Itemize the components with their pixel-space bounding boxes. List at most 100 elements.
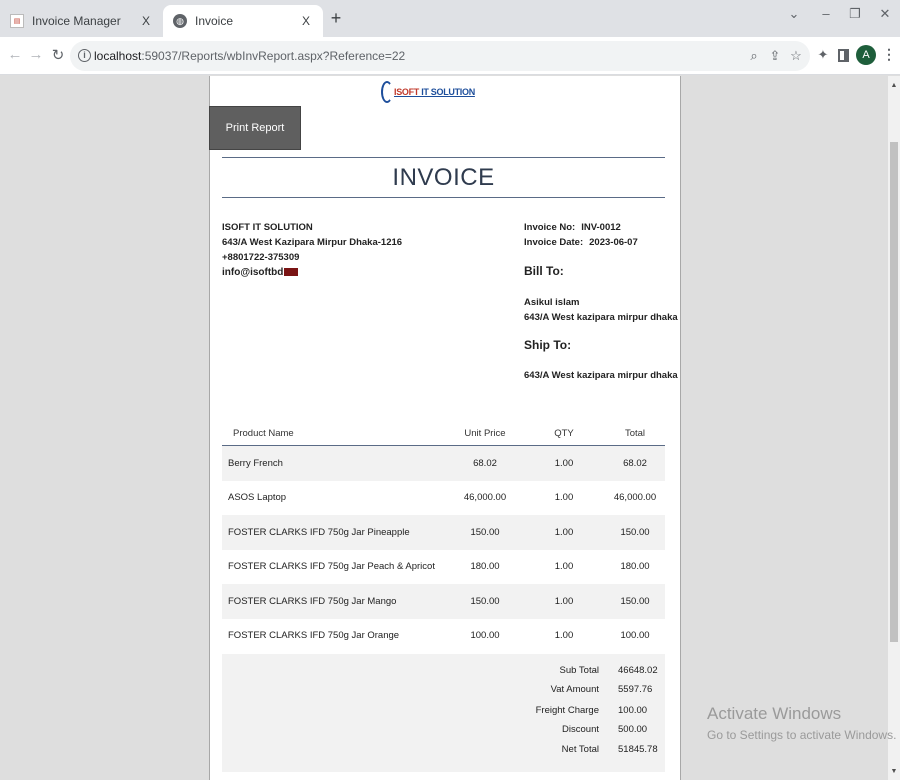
scroll-thumb[interactable] (890, 142, 898, 642)
scroll-down-icon[interactable]: ▼ (888, 768, 900, 775)
line-total: 46,000.00 (613, 492, 657, 504)
column-header-qty: QTY (554, 428, 574, 439)
tab-invoice[interactable]: ◍ Invoice X (163, 5, 323, 37)
line-items-table: Product Name Unit Price QTY Total Berry … (222, 422, 665, 653)
tab-invoice-manager[interactable]: ▤ Invoice Manager X (0, 5, 163, 37)
quantity: 1.00 (554, 526, 574, 538)
subtotal-value: 46648.02 (618, 665, 658, 676)
page-scrollbar[interactable]: ▲ ▼ (888, 76, 900, 780)
bookmark-star-icon[interactable]: ☆ (788, 48, 804, 64)
reload-icon[interactable]: ↻ (49, 46, 67, 64)
company-info: ISOFT IT SOLUTION 643/A West Kazipara Mi… (222, 220, 402, 280)
url-host: localhost (94, 49, 142, 63)
ship-to-heading: Ship To: (524, 338, 572, 352)
url-text: localhost:59037/Reports/wbInvReport.aspx… (94, 49, 405, 63)
quantity: 1.00 (554, 457, 574, 469)
freight-label: Freight Charge (535, 705, 599, 716)
column-header-unit-price: Unit Price (464, 428, 506, 439)
tab-title: Invoice Manager (32, 14, 121, 28)
subtotal-row: Sub Total 46648.02 (222, 665, 665, 679)
invoice-page: ISOFT IT SOLUTION Print Report INVOICE I… (209, 76, 681, 780)
browser-tab-bar: ▤ Invoice Manager X ◍ Invoice X + ⌄ – ❐ … (0, 0, 900, 37)
invoice-date-label: Invoice Date: (524, 237, 584, 248)
table-header: Product Name Unit Price QTY Total (222, 422, 665, 446)
more-menu-icon[interactable]: ⋮ (882, 46, 896, 63)
vat-value: 5597.76 (618, 684, 653, 695)
invoice-date-value: 2023-06-07 (589, 237, 638, 248)
restore-icon[interactable]: ❐ (845, 6, 865, 22)
line-total: 68.02 (623, 457, 647, 469)
vat-row: Vat Amount 5597.76 (222, 684, 665, 698)
bill-to-name: Asikul islam (524, 297, 580, 308)
activation-subtitle: Go to Settings to activate Windows. (707, 728, 897, 742)
product-name: FOSTER CLARKS IFD 750g Jar Peach & Apric… (228, 561, 435, 573)
site-info-icon[interactable]: i (78, 49, 91, 62)
browser-toolbar: ← → ↻ i localhost:59037/Reports/wbInvRep… (0, 37, 900, 75)
email-redaction-icon (284, 268, 299, 277)
invoice-no-value: INV-0012 (581, 222, 621, 233)
line-total: 150.00 (620, 526, 650, 538)
company-address: 643/A West Kazipara Mirpur Dhaka-1216 (222, 237, 403, 248)
totals-block: Sub Total 46648.02 Vat Amount 5597.76 Fr… (222, 654, 665, 772)
table-row: FOSTER CLARKS IFD 750g Jar Mango 150.00 … (222, 584, 665, 619)
net-total-label: Net Total (561, 744, 599, 755)
title-top-rule (222, 157, 665, 158)
address-bar[interactable]: i localhost:59037/Reports/wbInvReport.as… (70, 41, 810, 71)
close-window-icon[interactable]: ✕ (875, 6, 895, 22)
table-row: FOSTER CLARKS IFD 750g Jar Orange 100.00… (222, 619, 665, 654)
quantity: 1.00 (554, 492, 574, 504)
table-row: FOSTER CLARKS IFD 750g Jar Peach & Apric… (222, 550, 665, 585)
side-panel-icon[interactable] (838, 49, 849, 62)
discount-row: Discount 500.00 (222, 724, 665, 738)
back-arrow-icon[interactable]: ← (6, 46, 24, 63)
company-logo: ISOFT IT SOLUTION (381, 76, 475, 108)
column-header-total: Total (624, 428, 646, 439)
table-row: Berry French 68.02 1.00 68.02 (222, 446, 665, 481)
logo-suffix: IT SOLUTION (419, 87, 475, 97)
net-total-row: Net Total 51845.78 (222, 744, 665, 758)
logo-text: ISOFT IT SOLUTION (394, 87, 475, 97)
quantity: 1.00 (554, 595, 574, 607)
title-bottom-rule (222, 197, 665, 198)
close-tab-icon[interactable]: X (139, 14, 153, 28)
product-name: Berry French (228, 457, 283, 469)
product-name: ASOS Laptop (228, 492, 287, 504)
invoice-meta: Invoice No: INV-0012 Invoice Date: 2023-06… (524, 220, 638, 250)
extensions-puzzle-icon[interactable]: ✦ (815, 47, 831, 63)
quantity: 1.00 (554, 630, 574, 642)
table-row: FOSTER CLARKS IFD 750g Jar Pineapple 150… (222, 515, 665, 550)
product-name: FOSTER CLARKS IFD 750g Jar Mango (228, 595, 397, 607)
close-tab-icon[interactable]: X (299, 14, 313, 28)
forward-arrow-icon[interactable]: → (27, 46, 45, 63)
company-name: ISOFT IT SOLUTION (222, 222, 313, 233)
unit-price: 180.00 (470, 561, 500, 573)
tab-title: Invoice (195, 14, 234, 28)
avatar[interactable]: A (856, 45, 876, 65)
freight-row: Freight Charge 100.00 (222, 705, 665, 719)
subtotal-label: Sub Total (559, 665, 599, 676)
unit-price: 68.02 (473, 457, 497, 469)
vat-label: Vat Amount (550, 684, 599, 695)
bill-to-address: 643/A West kazipara mirpur dhaka (524, 312, 678, 323)
column-header-product: Product Name (233, 428, 294, 439)
unit-price: 150.00 (470, 526, 500, 538)
activation-watermark: Activate Windows Go to Settings to activ… (707, 704, 896, 742)
page-favicon-icon: ▤ (10, 14, 24, 28)
quantity: 1.00 (554, 561, 574, 573)
company-email: info@isoftbd (222, 267, 284, 278)
product-name: FOSTER CLARKS IFD 750g Jar Pineapple (228, 526, 410, 538)
freight-value: 100.00 (618, 705, 648, 716)
url-path: :59037/Reports/wbInvReport.aspx?Referenc… (141, 49, 406, 63)
net-total-value: 51845.78 (618, 744, 658, 755)
zoom-icon[interactable]: ⌕ (746, 48, 762, 64)
page-title: INVOICE (392, 164, 495, 191)
new-tab-button[interactable]: + (328, 8, 344, 29)
chevron-down-icon[interactable]: ⌄ (784, 6, 804, 22)
share-icon[interactable]: ⇪ (767, 48, 783, 64)
unit-price: 150.00 (470, 595, 500, 607)
logo-prefix: ISOFT (394, 87, 419, 97)
print-report-button[interactable]: Print Report (209, 106, 301, 150)
ship-to-address: 643/A West kazipara mirpur dhaka (524, 370, 678, 381)
scroll-up-icon[interactable]: ▲ (888, 82, 900, 89)
minimize-icon[interactable]: – (816, 6, 836, 21)
